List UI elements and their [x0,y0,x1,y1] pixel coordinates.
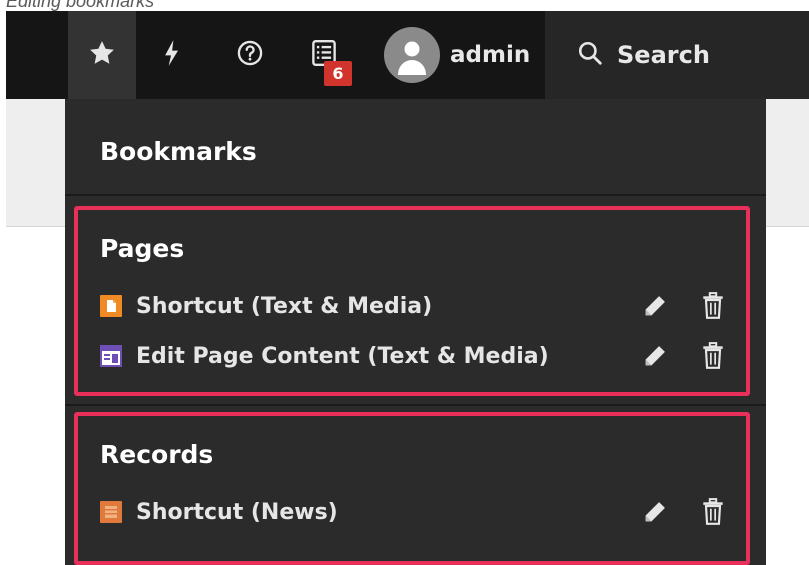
edit-bookmark-button[interactable] [638,495,672,529]
page-shortcut-icon [100,295,122,317]
bookmark-item[interactable]: Shortcut (Text & Media) [100,286,730,326]
bookmarks-toolbar-button[interactable] [68,11,136,99]
bookmark-group-pages: Pages Shortcut (Text & Media) Edit Page … [74,206,750,396]
system-information-toolbar-button[interactable]: 6 [294,11,354,99]
delete-bookmark-button[interactable] [696,339,730,373]
bookmark-item[interactable]: Shortcut (News) [100,492,730,532]
search-toolbar-button[interactable]: Search [545,11,809,99]
group-title: Pages [100,234,185,263]
user-menu-toolbar-button[interactable]: admin [378,11,542,99]
divider [65,194,766,196]
bookmark-item[interactable]: Edit Page Content (Text & Media) [100,336,730,376]
page-header-band [766,99,809,227]
delete-bookmark-button[interactable] [696,289,730,323]
pencil-icon [645,346,665,366]
star-icon [87,38,117,72]
help-circle-icon [236,39,264,71]
search-icon [577,40,603,70]
group-title: Records [100,440,214,469]
screen: Editing bookmarks 6 admin Search Bookmar… [0,0,809,565]
user-name-label: admin [450,42,531,68]
bookmarks-dropdown: Bookmarks Pages Shortcut (Text & Media) [65,99,766,565]
avatar [384,27,440,83]
lightning-icon [160,39,182,71]
pencil-icon [645,296,665,316]
dropdown-title: Bookmarks [100,137,257,166]
bookmark-label[interactable]: Shortcut (Text & Media) [136,294,432,319]
delete-bookmark-button[interactable] [696,495,730,529]
edit-bookmark-button[interactable] [638,289,672,323]
page-content-icon [100,345,122,367]
notification-count-badge: 6 [324,61,352,86]
pencil-icon [645,502,665,522]
user-silhouette-icon [398,41,426,75]
edit-bookmark-button[interactable] [638,339,672,373]
bookmark-group-records: Records Shortcut (News) [74,412,750,565]
trash-icon [703,498,723,525]
clear-cache-toolbar-button[interactable] [138,11,204,99]
page-header-band [6,99,65,227]
top-toolbar: 6 admin Search [6,11,809,99]
help-toolbar-button[interactable] [220,11,280,99]
bookmark-label[interactable]: Edit Page Content (Text & Media) [136,344,549,369]
divider [65,404,766,406]
trash-icon [703,292,723,319]
trash-icon [703,342,723,369]
bookmark-label[interactable]: Shortcut (News) [136,500,338,525]
search-label: Search [617,41,710,69]
record-shortcut-icon [100,501,122,523]
